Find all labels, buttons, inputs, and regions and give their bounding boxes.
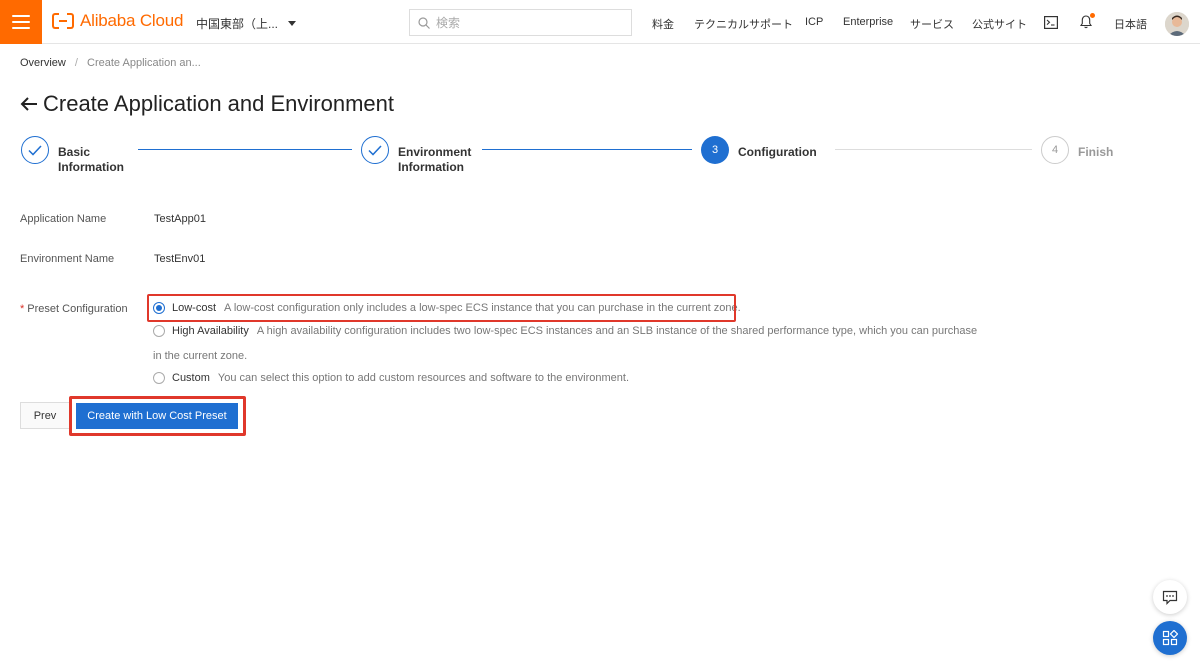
option-custom[interactable]: Custom You can select this option to add… <box>153 372 629 384</box>
option-low-cost-desc: A low-cost configuration only includes a… <box>224 302 741 314</box>
preset-configuration-label: * Preset Configuration <box>20 303 128 315</box>
nav-enterprise[interactable]: Enterprise <box>843 16 893 28</box>
option-low-cost-name: Low-cost <box>172 302 217 314</box>
application-name-label: Application Name <box>20 213 107 225</box>
logo-icon <box>52 13 74 29</box>
nav-tech-support[interactable]: テクニカルサポート <box>694 16 793 32</box>
required-mark: * <box>20 303 25 315</box>
region-label: 中国東部（上... <box>196 17 279 31</box>
chevron-down-icon <box>288 21 297 26</box>
step-2-label: Environment Information <box>398 145 471 175</box>
breadcrumb-separator: / <box>74 57 78 69</box>
step-3-label: Configuration <box>738 145 817 159</box>
top-bar: Alibaba Cloud 中国東部（上... 料金 テクニカルサポート ICP… <box>0 0 1200 44</box>
step-1-label-line2: Information <box>58 160 124 174</box>
user-avatar[interactable] <box>1165 12 1189 36</box>
hamburger-icon <box>12 15 30 29</box>
step-2-check <box>361 136 389 164</box>
search-box[interactable] <box>409 9 632 36</box>
nav-services[interactable]: サービス <box>910 16 954 32</box>
breadcrumb: Overview / Create Application an... <box>20 57 201 69</box>
prev-button[interactable]: Prev <box>20 402 70 429</box>
apps-button[interactable] <box>1153 621 1187 655</box>
chat-button[interactable] <box>1153 580 1187 614</box>
option-high-availability-name: High Availability <box>172 325 249 337</box>
logo-text: Alibaba Cloud <box>80 11 184 30</box>
step-4-label: Finish <box>1078 145 1114 159</box>
option-high-availability-desc-line2: in the current zone. <box>153 350 248 362</box>
alibaba-cloud-logo[interactable]: Alibaba Cloud <box>52 11 183 31</box>
create-low-cost-button[interactable]: Create with Low Cost Preset <box>76 403 238 429</box>
chat-icon <box>1162 590 1178 605</box>
terminal-icon[interactable] <box>1044 16 1058 29</box>
search-icon <box>418 16 430 29</box>
checkmark-icon <box>28 144 42 156</box>
nav-icp[interactable]: ICP <box>805 16 823 28</box>
step-1-label-line1: Basic <box>58 145 91 159</box>
step-4-number: 4 <box>1041 136 1069 164</box>
apps-grid-icon <box>1162 630 1178 646</box>
nav-official-site[interactable]: 公式サイト <box>972 16 1027 32</box>
search-input[interactable] <box>436 15 616 30</box>
option-high-availability-desc: A high availability configuration includ… <box>256 325 978 337</box>
preset-configuration-text: Preset Configuration <box>27 303 128 315</box>
option-custom-desc: You can select this option to add custom… <box>217 372 630 384</box>
radio-custom[interactable] <box>153 372 165 384</box>
step-3-number: 3 <box>701 136 729 164</box>
breadcrumb-overview[interactable]: Overview <box>20 57 66 69</box>
region-selector[interactable]: 中国東部（上... <box>196 15 297 32</box>
back-arrow-icon[interactable] <box>20 96 38 112</box>
checkmark-icon <box>368 144 382 156</box>
page-title: Create Application and Environment <box>43 91 394 116</box>
step-connector-2 <box>482 149 692 150</box>
language-selector[interactable]: 日本語 <box>1114 16 1147 32</box>
option-high-availability[interactable]: High Availability A high availability co… <box>153 325 977 337</box>
hamburger-menu-button[interactable] <box>0 0 42 44</box>
notification-dot <box>1090 13 1095 18</box>
step-1-label: Basic Information <box>58 145 124 175</box>
notifications-button[interactable] <box>1079 13 1095 29</box>
radio-high-availability[interactable] <box>153 325 165 337</box>
environment-name-label: Environment Name <box>20 253 115 265</box>
nav-pricing[interactable]: 料金 <box>652 16 674 32</box>
breadcrumb-current: Create Application an... <box>87 57 201 69</box>
avatar-image <box>1165 12 1189 36</box>
step-2-label-line1: Environment <box>398 145 472 159</box>
environment-name-value: TestEnv01 <box>154 253 206 265</box>
step-connector-3 <box>835 149 1032 150</box>
step-2-label-line2: Information <box>398 160 464 174</box>
option-custom-name: Custom <box>172 372 210 384</box>
step-connector-1 <box>138 149 352 150</box>
page-header: Create Application and Environment <box>20 91 394 117</box>
step-1-check <box>21 136 49 164</box>
application-name-value: TestApp01 <box>154 213 206 225</box>
option-low-cost[interactable]: Low-cost A low-cost configuration only i… <box>153 302 741 314</box>
radio-low-cost[interactable] <box>153 302 165 314</box>
